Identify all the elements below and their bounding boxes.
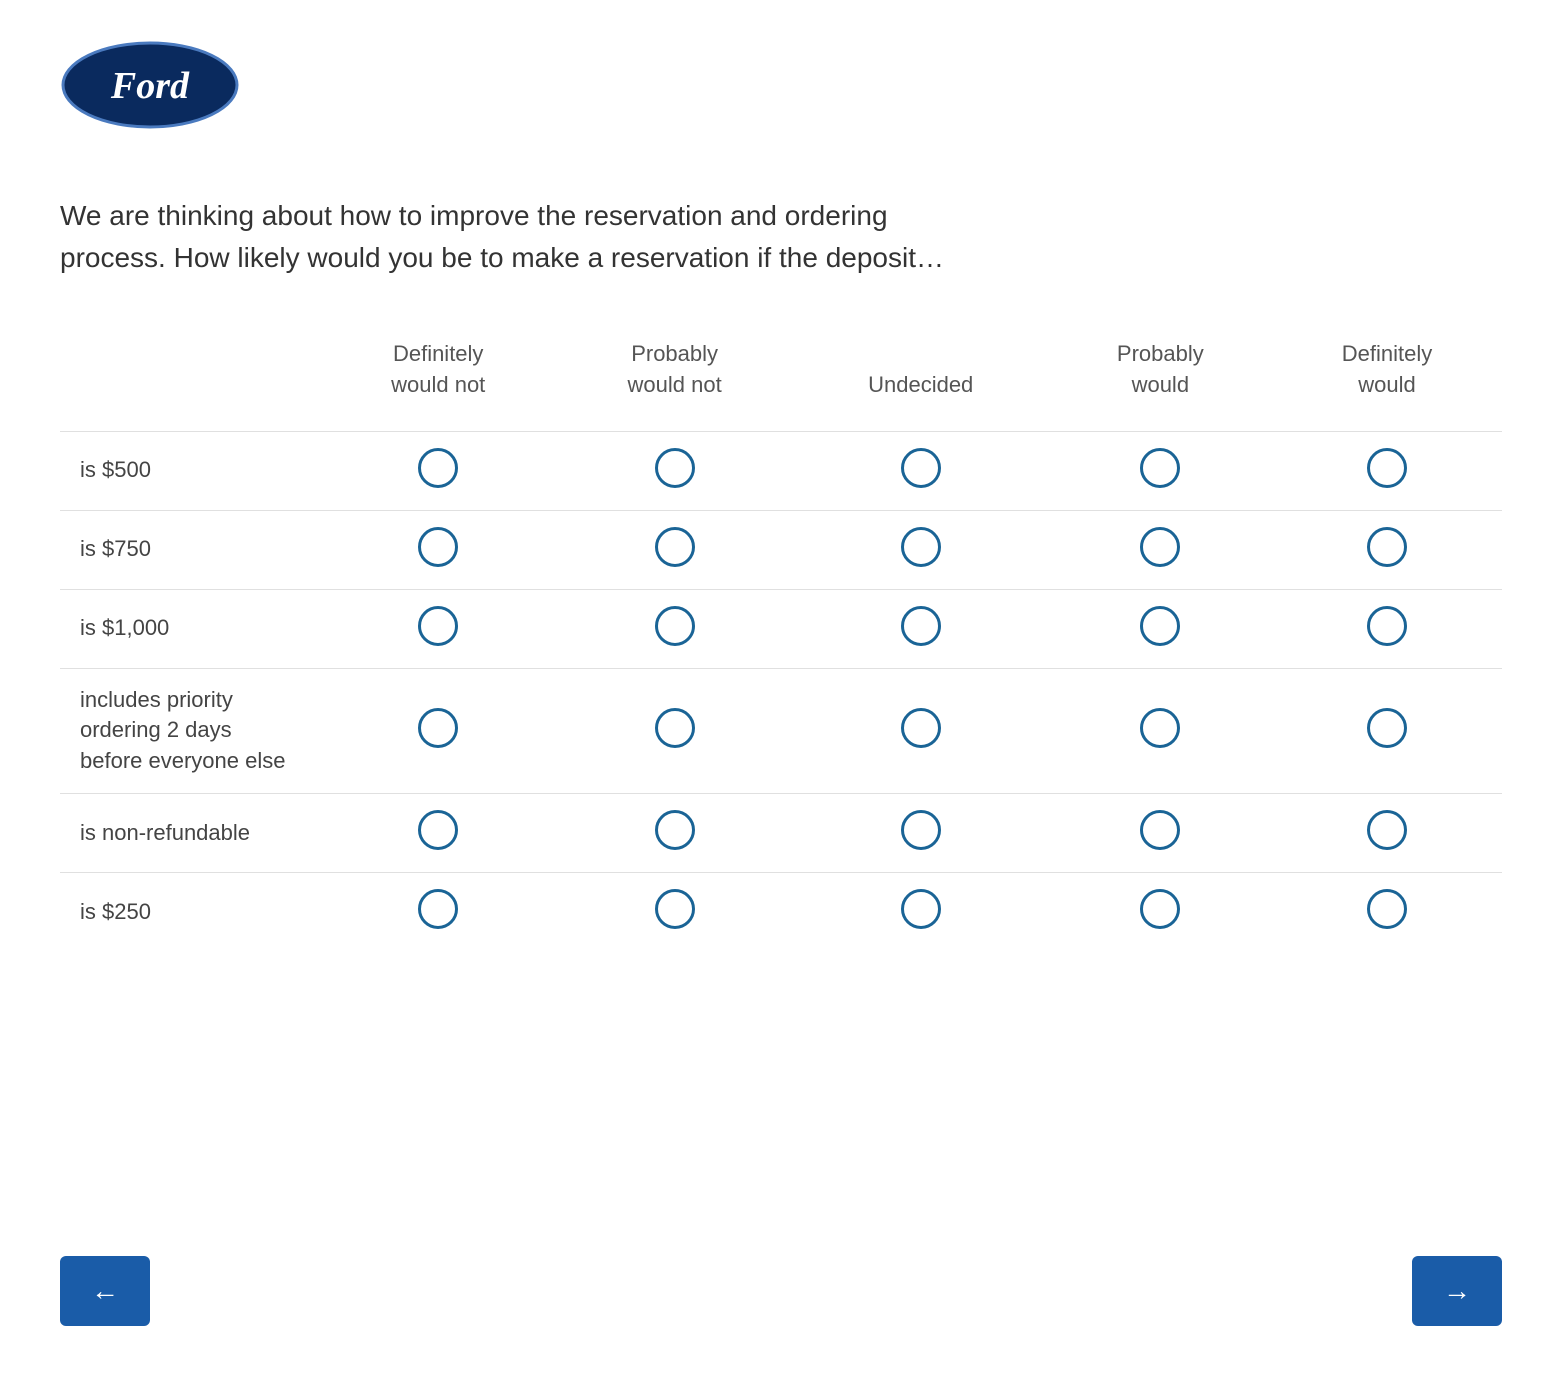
cell-probably-would-0 [1049, 431, 1272, 510]
radio-probably-would-row5[interactable] [1140, 889, 1180, 929]
next-button[interactable]: → [1412, 1256, 1502, 1326]
question-text: We are thinking about how to improve the… [60, 195, 960, 279]
cell-probably-not-2 [556, 589, 792, 668]
radio-definitely-not-row1[interactable] [418, 527, 458, 567]
cell-probably-would-3 [1049, 668, 1272, 793]
ford-logo: Ford [60, 40, 240, 130]
col-header-probably-not: Probablywould not [556, 329, 792, 431]
row-label-0: is $500 [60, 431, 320, 510]
cell-undecided-4 [793, 793, 1049, 872]
table-row: is $750 [60, 510, 1502, 589]
radio-undecided-row1[interactable] [901, 527, 941, 567]
cell-probably-not-5 [556, 872, 792, 951]
cell-undecided-0 [793, 431, 1049, 510]
radio-probably-not-row0[interactable] [655, 448, 695, 488]
row-label-4: is non-refundable [60, 793, 320, 872]
header: Ford [60, 40, 1502, 135]
radio-probably-not-row5[interactable] [655, 889, 695, 929]
radio-undecided-row5[interactable] [901, 889, 941, 929]
table-row: is $500 [60, 431, 1502, 510]
next-arrow-icon: → [1443, 1275, 1471, 1307]
radio-probably-would-row1[interactable] [1140, 527, 1180, 567]
radio-probably-not-row1[interactable] [655, 527, 695, 567]
table-header-row: Definitelywould not Probablywould not Un… [60, 329, 1502, 431]
row-label-2: is $1,000 [60, 589, 320, 668]
cell-probably-not-3 [556, 668, 792, 793]
radio-probably-not-row2[interactable] [655, 606, 695, 646]
cell-definitely-would-3 [1272, 668, 1502, 793]
cell-definitely-not-5 [320, 872, 556, 951]
radio-undecided-row4[interactable] [901, 810, 941, 850]
cell-probably-would-1 [1049, 510, 1272, 589]
cell-undecided-1 [793, 510, 1049, 589]
cell-probably-not-1 [556, 510, 792, 589]
radio-probably-would-row0[interactable] [1140, 448, 1180, 488]
col-header-definitely-not: Definitelywould not [320, 329, 556, 431]
cell-definitely-would-0 [1272, 431, 1502, 510]
radio-definitely-not-row3[interactable] [418, 708, 458, 748]
cell-probably-not-4 [556, 793, 792, 872]
radio-definitely-not-row5[interactable] [418, 889, 458, 929]
table-row: includes priority ordering 2 days before… [60, 668, 1502, 793]
radio-probably-would-row3[interactable] [1140, 708, 1180, 748]
cell-definitely-not-2 [320, 589, 556, 668]
col-header-label [60, 329, 320, 431]
radio-undecided-row0[interactable] [901, 448, 941, 488]
nav-buttons: ← → [60, 1256, 1502, 1326]
cell-probably-not-0 [556, 431, 792, 510]
table-row: is $1,000 [60, 589, 1502, 668]
radio-definitely-not-row4[interactable] [418, 810, 458, 850]
col-header-undecided: Undecided [793, 329, 1049, 431]
radio-definitely-would-row4[interactable] [1367, 810, 1407, 850]
cell-undecided-3 [793, 668, 1049, 793]
cell-definitely-not-0 [320, 431, 556, 510]
back-arrow-icon: ← [91, 1275, 119, 1307]
row-label-1: is $750 [60, 510, 320, 589]
radio-definitely-would-row3[interactable] [1367, 708, 1407, 748]
cell-undecided-2 [793, 589, 1049, 668]
cell-undecided-5 [793, 872, 1049, 951]
radio-definitely-would-row1[interactable] [1367, 527, 1407, 567]
radio-definitely-would-row5[interactable] [1367, 889, 1407, 929]
radio-definitely-not-row0[interactable] [418, 448, 458, 488]
col-header-probably-would: Probablywould [1049, 329, 1272, 431]
col-header-definitely-would: Definitelywould [1272, 329, 1502, 431]
svg-text:Ford: Ford [110, 65, 190, 107]
radio-definitely-would-row2[interactable] [1367, 606, 1407, 646]
cell-definitely-not-3 [320, 668, 556, 793]
cell-probably-would-4 [1049, 793, 1272, 872]
cell-definitely-would-1 [1272, 510, 1502, 589]
cell-definitely-would-2 [1272, 589, 1502, 668]
cell-definitely-not-4 [320, 793, 556, 872]
page-wrapper: Ford We are thinking about how to improv… [0, 0, 1562, 1386]
radio-undecided-row3[interactable] [901, 708, 941, 748]
radio-probably-not-row4[interactable] [655, 810, 695, 850]
radio-definitely-would-row0[interactable] [1367, 448, 1407, 488]
cell-definitely-not-1 [320, 510, 556, 589]
radio-probably-would-row2[interactable] [1140, 606, 1180, 646]
radio-probably-not-row3[interactable] [655, 708, 695, 748]
radio-probably-would-row4[interactable] [1140, 810, 1180, 850]
cell-definitely-would-4 [1272, 793, 1502, 872]
cell-definitely-would-5 [1272, 872, 1502, 951]
radio-undecided-row2[interactable] [901, 606, 941, 646]
back-button[interactable]: ← [60, 1256, 150, 1326]
table-row: is non-refundable [60, 793, 1502, 872]
cell-probably-would-5 [1049, 872, 1272, 951]
row-label-5: is $250 [60, 872, 320, 951]
row-label-3: includes priority ordering 2 days before… [60, 668, 320, 793]
survey-table: Definitelywould not Probablywould not Un… [60, 329, 1502, 951]
radio-definitely-not-row2[interactable] [418, 606, 458, 646]
table-row: is $250 [60, 872, 1502, 951]
cell-probably-would-2 [1049, 589, 1272, 668]
